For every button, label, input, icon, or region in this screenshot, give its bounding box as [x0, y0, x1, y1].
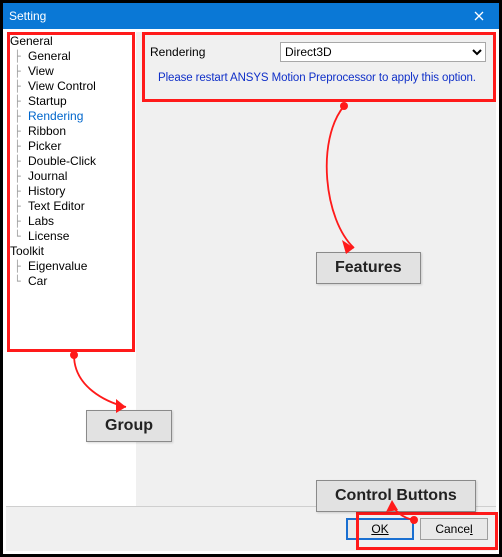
tree-item-picker[interactable]: ├ Picker [14, 139, 132, 154]
tree-item-label: Text Editor [28, 199, 85, 213]
tree-item-startup[interactable]: ├ Startup [14, 94, 132, 109]
tree-branch-icon: ├ [14, 259, 28, 274]
callout-features: Features [316, 252, 421, 284]
tree-item-label: Picker [28, 139, 61, 153]
tree-branch-icon: ├ [14, 214, 28, 229]
button-bar: OK Cancel [6, 506, 496, 551]
tree-item-license[interactable]: └ License [14, 229, 132, 244]
tree-item-view-control[interactable]: ├ View Control [14, 79, 132, 94]
settings-window: Setting General├ General├ View├ View Con… [0, 0, 502, 557]
tree-item-label: Eigenvalue [28, 259, 87, 273]
rendering-label: Rendering [150, 45, 280, 59]
tree-branch-icon: ├ [14, 64, 28, 79]
tree-item-label: Labs [28, 214, 54, 228]
restart-message: Please restart ANSYS Motion Preprocessor… [136, 62, 496, 84]
tree-branch-icon: ├ [14, 139, 28, 154]
cancel-button[interactable]: Cancel [420, 518, 488, 540]
tree-branch-icon: └ [14, 229, 28, 244]
callout-group: Group [86, 410, 172, 442]
tree-root-label[interactable]: Toolkit [8, 244, 132, 259]
tree-item-label: Car [28, 274, 47, 288]
tree-item-label: View [28, 64, 54, 78]
tree-item-car[interactable]: └ Car [14, 274, 132, 289]
tree-item-journal[interactable]: ├ Journal [14, 169, 132, 184]
tree-root-label[interactable]: General [8, 34, 132, 49]
tree-branch-icon: ├ [14, 199, 28, 214]
tree-branch-icon: ├ [14, 169, 28, 184]
tree-item-label: Rendering [28, 109, 83, 123]
tree-branch-icon: ├ [14, 79, 28, 94]
tree-item-text-editor[interactable]: ├ Text Editor [14, 199, 132, 214]
tree-item-labs[interactable]: ├ Labs [14, 214, 132, 229]
tree-branch-icon: ├ [14, 94, 28, 109]
tree-item-label: License [28, 229, 69, 243]
tree-item-label: Journal [28, 169, 67, 183]
rendering-row: Rendering Direct3D [136, 32, 496, 62]
tree-branch-icon: ├ [14, 154, 28, 169]
close-icon [474, 11, 484, 21]
tree-item-label: View Control [28, 79, 96, 93]
tree-item-eigenvalue[interactable]: ├ Eigenvalue [14, 259, 132, 274]
tree-branch-icon: ├ [14, 124, 28, 139]
dialog-body: General├ General├ View├ View Control├ St… [6, 32, 496, 551]
tree-item-label: Startup [28, 94, 67, 108]
ok-button[interactable]: OK [346, 518, 414, 540]
tree-item-label: History [28, 184, 65, 198]
tree-item-view[interactable]: ├ View [14, 64, 132, 79]
tree-item-double-click[interactable]: ├ Double-Click [14, 154, 132, 169]
tree-branch-icon: └ [14, 274, 28, 289]
callout-control: Control Buttons [316, 480, 476, 512]
rendering-dropdown[interactable]: Direct3D [280, 42, 486, 62]
tree-item-label: Double-Click [28, 154, 96, 168]
tree-branch-icon: ├ [14, 109, 28, 124]
tree-item-label: General [28, 49, 71, 63]
tree-item-label: Ribbon [28, 124, 66, 138]
tree-branch-icon: ├ [14, 184, 28, 199]
close-button[interactable] [459, 3, 499, 29]
titlebar: Setting [3, 3, 499, 29]
tree-item-ribbon[interactable]: ├ Ribbon [14, 124, 132, 139]
tree-branch-icon: ├ [14, 49, 28, 64]
tree-item-history[interactable]: ├ History [14, 184, 132, 199]
tree-item-rendering[interactable]: ├ Rendering [14, 109, 132, 124]
tree-item-general[interactable]: ├ General [14, 49, 132, 64]
window-title: Setting [9, 9, 46, 23]
